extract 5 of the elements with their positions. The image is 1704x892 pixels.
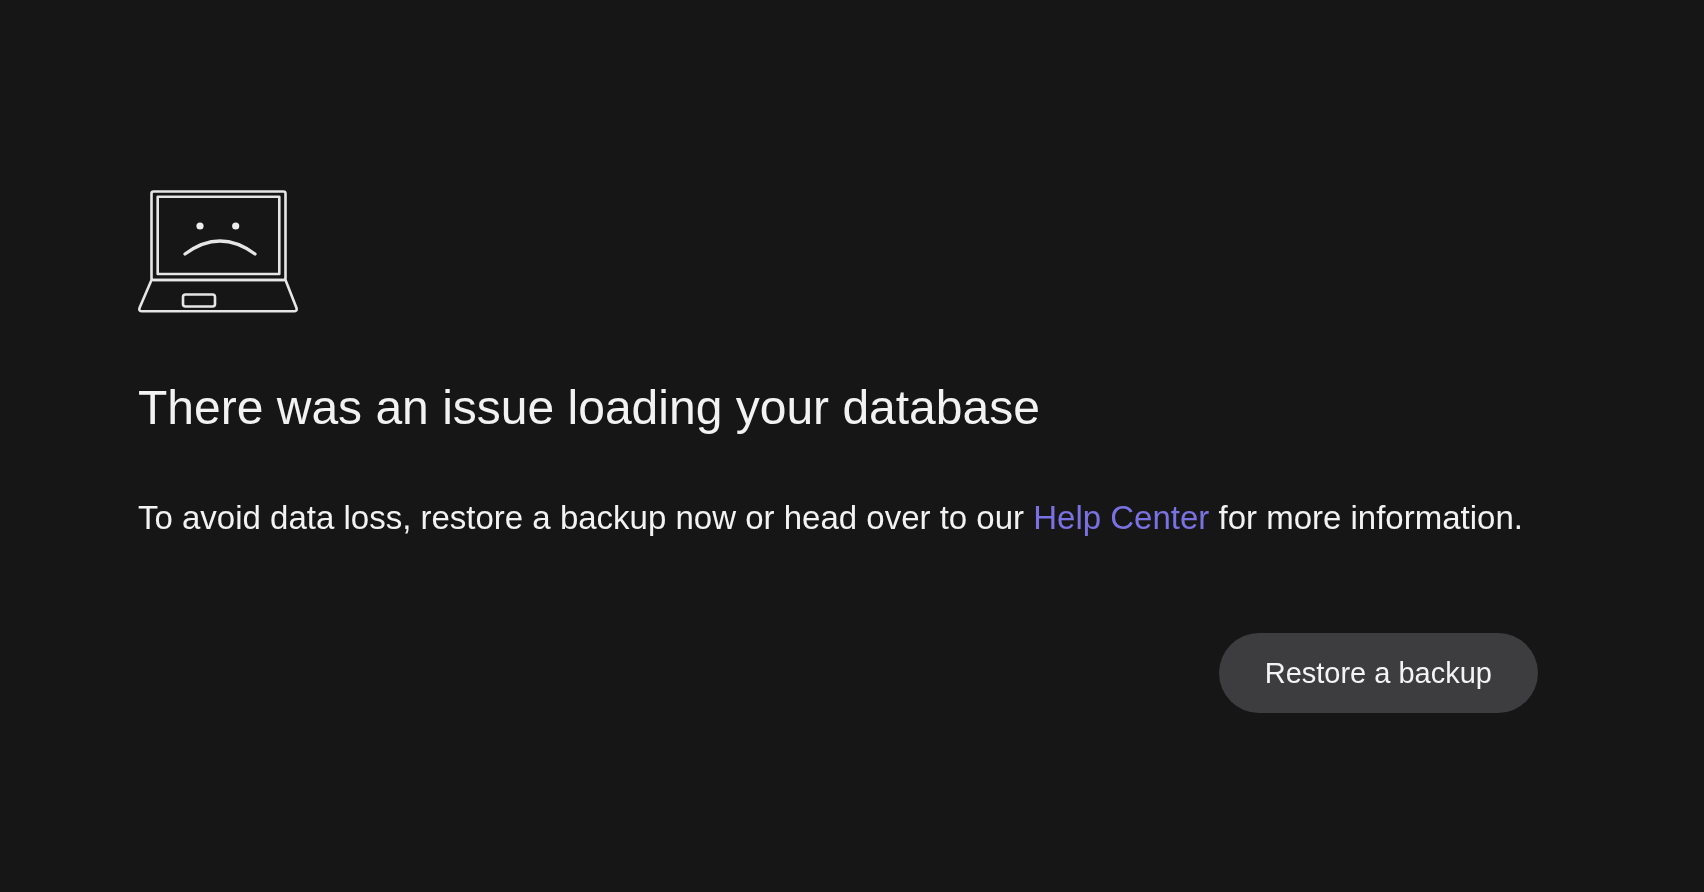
restore-backup-button[interactable]: Restore a backup (1218, 633, 1538, 713)
sad-laptop-icon (138, 190, 298, 313)
error-message: To avoid data loss, restore a backup now or head over to our Help Center for more information. (138, 498, 1523, 538)
help-center-link[interactable]: Help Center (1033, 499, 1210, 536)
error-heading: There was an issue loading your database (138, 380, 1040, 436)
